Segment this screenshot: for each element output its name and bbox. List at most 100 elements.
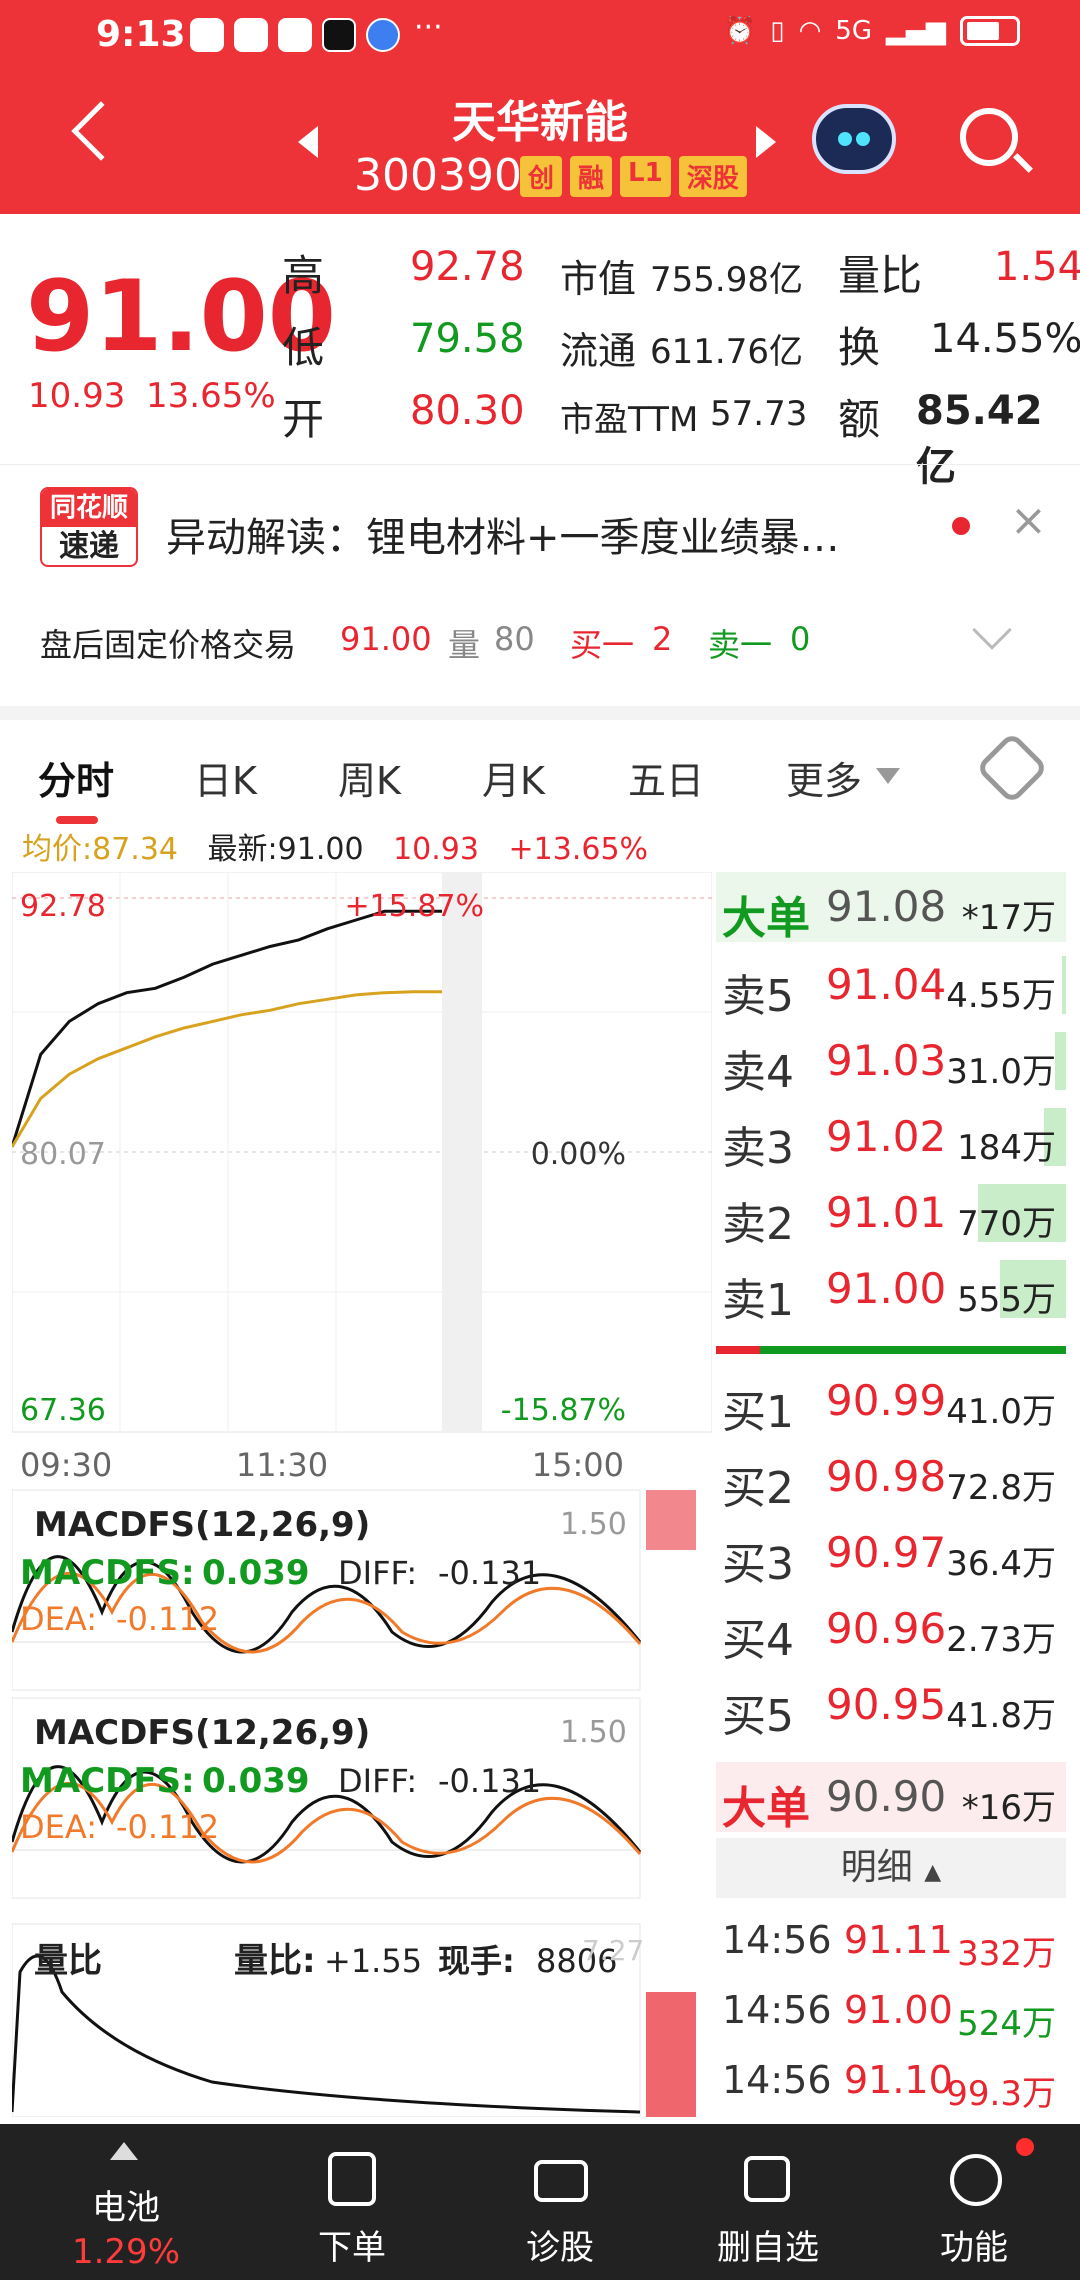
nav-order[interactable]: 下单 bbox=[244, 2124, 460, 2280]
ask-row-1[interactable]: 卖1 91.00 555万 bbox=[716, 1254, 1066, 1326]
ask-vol: 4.55万 bbox=[946, 976, 1056, 1016]
tab-daily-k[interactable]: 日K bbox=[194, 750, 257, 805]
bid-price: 90.99 bbox=[826, 1376, 947, 1425]
open-value: 80.30 bbox=[410, 388, 525, 434]
big-buy-label: 大单 bbox=[722, 1783, 810, 1834]
nav-functions[interactable]: 功能 bbox=[866, 2124, 1080, 2280]
after-hours-vol-label: 量 bbox=[448, 626, 481, 664]
chevron-down-icon[interactable] bbox=[876, 768, 900, 784]
vr-top-value: 7.27 bbox=[582, 1934, 644, 1967]
ask-price: 91.04 bbox=[826, 960, 947, 1009]
big-buy-row[interactable]: 大单 90.90 *16万 bbox=[716, 1762, 1066, 1834]
tag-rong: 融 bbox=[570, 156, 613, 197]
tab-weekly-k[interactable]: 周K bbox=[338, 750, 401, 805]
chevron-down-icon[interactable] bbox=[972, 610, 1012, 650]
macd1-title[interactable]: MACDFS(12,26,9) bbox=[34, 1505, 370, 1545]
x-label-1500: 15:00 bbox=[532, 1446, 624, 1484]
bid-row-5[interactable]: 买5 90.95 41.8万 bbox=[716, 1670, 1066, 1742]
tick-vol: 332万 bbox=[957, 1934, 1056, 1974]
pct-bottom-label: -15.87% bbox=[501, 1393, 626, 1428]
nav-diagnose-label: 诊股 bbox=[526, 2228, 594, 2268]
menu-circle-icon bbox=[950, 2154, 1002, 2206]
settings-icon[interactable] bbox=[975, 731, 1049, 805]
pct-top-label: +15.87% bbox=[344, 889, 484, 924]
nav-diagnose[interactable]: 诊股 bbox=[452, 2124, 668, 2280]
triangle-up-icon: ▲ bbox=[924, 1860, 942, 1885]
avg-value: 87.34 bbox=[92, 832, 178, 867]
assistant-robot-icon[interactable] bbox=[812, 104, 896, 174]
ask-row-3[interactable]: 卖3 91.02 184万 bbox=[716, 1102, 1066, 1174]
hand-label: 现手: bbox=[438, 1942, 515, 1980]
tab-intraday[interactable]: 分时 bbox=[38, 750, 114, 805]
sell1-label: 卖一 bbox=[708, 626, 773, 664]
price-change-pct: 13.65% bbox=[146, 376, 276, 416]
close-icon[interactable]: × bbox=[1010, 495, 1047, 546]
system-status: ⏰ ▯ ◠ 5G ▂▄▆ bbox=[724, 16, 1020, 46]
status-time: 9:13 bbox=[96, 14, 186, 55]
big-sell-row[interactable]: 大单 91.08 *17万 bbox=[716, 872, 1066, 944]
chg-pct-value: +13.65% bbox=[508, 832, 649, 867]
bid-row-3[interactable]: 买3 90.97 36.4万 bbox=[716, 1518, 1066, 1590]
order-book: 大单 91.08 *17万 卖5 91.04 4.55万 卖4 91.03 31.0万 卖3… bbox=[716, 872, 1068, 2117]
news-text[interactable]: 异动解读：锂电材料+一季度业绩暴… bbox=[166, 505, 926, 563]
tick-time: 14:56 bbox=[722, 1918, 832, 1962]
high-value: 92.78 bbox=[410, 244, 525, 290]
intraday-chart[interactable]: 92.78 80.07 67.36 +15.87% 0.00% -15.87% … bbox=[12, 872, 712, 2117]
weibo-icon bbox=[190, 18, 224, 52]
detail-toggle[interactable]: 明细 ▲ bbox=[716, 1838, 1066, 1898]
news-banner[interactable]: 同花顺 速递 异动解读：锂电材料+一季度业绩暴… × bbox=[0, 464, 1080, 584]
bid-price: 90.97 bbox=[826, 1528, 947, 1577]
tab-more[interactable]: 更多 bbox=[786, 750, 862, 805]
ask-vol: 31.0万 bbox=[946, 1052, 1056, 1092]
huawei-icon bbox=[234, 18, 268, 52]
stock-name: 天华新能 bbox=[452, 97, 628, 148]
auction-bar-top bbox=[646, 1490, 696, 1550]
browser-icon bbox=[366, 18, 400, 52]
wifi-icon: ◠ bbox=[798, 16, 822, 46]
ratio-red bbox=[716, 1346, 760, 1354]
tab-monthly-k[interactable]: 月K bbox=[482, 750, 545, 805]
ask-price: 91.01 bbox=[826, 1188, 947, 1237]
vibrate-icon: ▯ bbox=[770, 16, 785, 46]
after-hours-trading[interactable]: 盘后固定价格交易 91.00 量 80 买一 2 卖一 0 bbox=[0, 590, 1080, 690]
ask-row-5[interactable]: 卖5 91.04 4.55万 bbox=[716, 950, 1066, 1022]
search-icon[interactable] bbox=[960, 108, 1018, 166]
macd2-macd-label: MACDFS: bbox=[20, 1761, 195, 1801]
bid-label: 买1 bbox=[722, 1387, 794, 1438]
ask-row-4[interactable]: 卖4 91.03 31.0万 bbox=[716, 1026, 1066, 1098]
chart-tabs: 分时 日K 周K 月K 五日 更多 bbox=[0, 706, 1080, 824]
auction-bar-bottom bbox=[646, 1992, 696, 2117]
ask-depth-bar bbox=[1062, 956, 1066, 1014]
nav-battery[interactable]: 电池 1.29% bbox=[18, 2124, 234, 2280]
bottom-navigation: 电池 1.29% 下单 诊股 删自选 功能 bbox=[0, 2124, 1080, 2280]
app-header: 9:13 ··· ⏰ ▯ ◠ 5G ▂▄▆ 天华新能 300390 创 融 L1… bbox=[0, 0, 1080, 214]
active-tab-indicator bbox=[56, 816, 98, 824]
bid-row-2[interactable]: 买2 90.98 72.8万 bbox=[716, 1442, 1066, 1514]
big-sell-price: 91.08 bbox=[826, 882, 947, 931]
nav-remove-watchlist[interactable]: 删自选 bbox=[660, 2124, 876, 2280]
ask-row-2[interactable]: 卖2 91.01 770万 bbox=[716, 1178, 1066, 1250]
sell1-value: 0 bbox=[790, 620, 811, 658]
float-value: 611.76亿 bbox=[650, 332, 803, 372]
low-value: 79.58 bbox=[410, 316, 525, 362]
bid-price: 90.95 bbox=[826, 1680, 947, 1729]
bid-vol: 41.8万 bbox=[946, 1696, 1056, 1736]
bid-vol: 2.73万 bbox=[946, 1620, 1056, 1660]
vr-panel-title[interactable]: 量比 bbox=[34, 1941, 102, 1981]
last-value: 91.00 bbox=[277, 832, 364, 867]
big-buy-price: 90.90 bbox=[826, 1772, 947, 1821]
bid-label: 买4 bbox=[722, 1615, 794, 1666]
bid-row-4[interactable]: 买4 90.96 2.73万 bbox=[716, 1594, 1066, 1666]
turn-value: 14.55% bbox=[930, 316, 1080, 362]
bid-price: 90.98 bbox=[826, 1452, 947, 1501]
ask-depth-bar bbox=[1055, 1032, 1066, 1090]
prev-stock-button[interactable] bbox=[298, 126, 318, 158]
macd1-diff-value: -0.131 bbox=[438, 1554, 541, 1592]
macd2-title[interactable]: MACDFS(12,26,9) bbox=[34, 1713, 370, 1753]
big-buy-vol: *16万 bbox=[961, 1788, 1056, 1828]
bid-row-1[interactable]: 买1 90.99 41.0万 bbox=[716, 1366, 1066, 1438]
buy1-value: 2 bbox=[652, 620, 673, 658]
macd2-diff-value: -0.131 bbox=[438, 1762, 541, 1800]
next-stock-button[interactable] bbox=[756, 126, 776, 158]
tab-five-day[interactable]: 五日 bbox=[628, 750, 704, 805]
